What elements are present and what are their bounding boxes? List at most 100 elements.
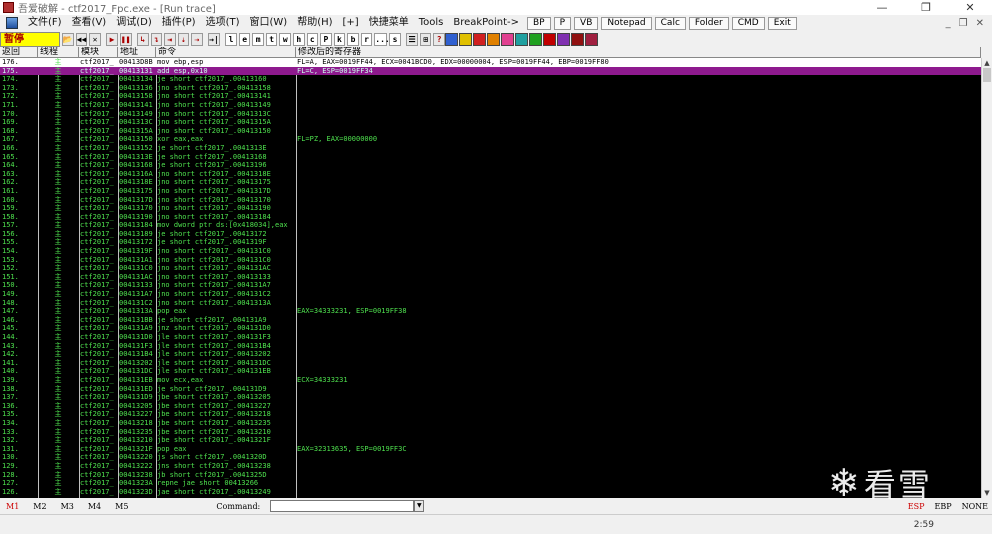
trace-row[interactable]: 126. 主 ctf2017_ 0041323D jae short ctf2017_.…: [0, 488, 981, 497]
column-return[interactable]: 返回: [0, 47, 38, 58]
trace-row[interactable]: 148. 主 ctf2017_ 004131C2 jno short ctf2017_.…: [0, 299, 981, 308]
vb-button[interactable]: VB: [574, 16, 599, 30]
run-trace-button[interactable]: ...: [374, 32, 390, 46]
trace-row[interactable]: 140. 主 ctf2017_ 004131DC jle short ctf2017_.…: [0, 367, 981, 376]
step-over-icon[interactable]: ↴: [150, 32, 163, 46]
trace-row[interactable]: 158. 主 ctf2017_ 00413190 jno short ctf2017_.…: [0, 213, 981, 222]
minimize-button[interactable]: —: [860, 0, 904, 15]
menu-file[interactable]: 文件(F): [23, 15, 67, 31]
patches-button[interactable]: P: [320, 32, 332, 46]
trace-row[interactable]: 174. 主 ctf2017_ 00413134 je short ctf2017_.0…: [0, 75, 981, 84]
open-icon[interactable]: 📂: [61, 32, 74, 46]
column-module[interactable]: 模块: [79, 47, 118, 58]
trace-row[interactable]: 166. 主 ctf2017_ 00413152 je short ctf2017_.0…: [0, 144, 981, 153]
green-plugin-icon[interactable]: [529, 32, 542, 46]
trace-row[interactable]: 168. 主 ctf2017_ 0041315A jno short ctf2017_.…: [0, 127, 981, 136]
close-program-icon[interactable]: ✕: [89, 32, 101, 46]
mark-m4[interactable]: M4: [88, 502, 101, 511]
trace-row[interactable]: 154. 主 ctf2017_ 0041319F jno short ctf2017_.…: [0, 247, 981, 256]
trace-row[interactable]: 156. 主 ctf2017_ 00413189 je short ctf2017_.0…: [0, 230, 981, 239]
help-icon[interactable]: ?: [433, 32, 445, 46]
trace-row[interactable]: 143. 主 ctf2017_ 004131F3 jle short ctf2017_.…: [0, 342, 981, 351]
orange-plugin-icon[interactable]: [487, 32, 500, 46]
p-button[interactable]: P: [553, 16, 572, 30]
trace-row[interactable]: 167. 主 ctf2017_ 00413150 xor eax,eax FL=PZ, E…: [0, 135, 981, 144]
trace-row[interactable]: 162. 主 ctf2017_ 0041318E jno short ctf2017_.…: [0, 178, 981, 187]
trace-row[interactable]: 170. 主 ctf2017_ 00413149 jno short ctf2017_.…: [0, 110, 981, 119]
flag-none[interactable]: NONE: [962, 502, 988, 511]
pause-icon[interactable]: ❚❚: [119, 32, 132, 46]
bp-button[interactable]: BP: [527, 16, 551, 30]
trace-row[interactable]: 129. 主 ctf2017_ 00413222 jns short ctf2017_.…: [0, 462, 981, 471]
trace-row[interactable]: 138. 主 ctf2017_ 004131ED je short ctf2017_.0…: [0, 385, 981, 394]
call-stack-button[interactable]: k: [333, 32, 346, 46]
mdi-close-button[interactable]: ✕: [976, 18, 984, 29]
trace-row[interactable]: 153. 主 ctf2017_ 004131A1 jno short ctf2017_.…: [0, 256, 981, 265]
references-button[interactable]: r: [360, 32, 373, 46]
trace-row[interactable]: 173. 主 ctf2017_ 00413136 jno short ctf2017_.…: [0, 84, 981, 93]
flag-ebp[interactable]: EBP: [934, 502, 951, 511]
goto-icon[interactable]: →|: [208, 32, 220, 46]
trace-row[interactable]: 161. 主 ctf2017_ 00413175 jno short ctf2017_.…: [0, 187, 981, 196]
trace-row[interactable]: 147. 主 ctf2017_ 0041313A pop eax EAX=34333231…: [0, 307, 981, 316]
teal-plugin-icon[interactable]: [515, 32, 528, 46]
handles-button[interactable]: h: [293, 32, 305, 46]
trace-row[interactable]: 134. 主 ctf2017_ 00413218 jbe short ctf2017_.…: [0, 419, 981, 428]
cpu-button[interactable]: c: [306, 32, 319, 46]
execute-till-return-icon[interactable]: ⇢: [191, 32, 203, 46]
memory-map-button[interactable]: m: [252, 32, 264, 46]
menu-tools[interactable]: Tools: [414, 15, 449, 31]
trace-row[interactable]: 142. 主 ctf2017_ 004131B4 jle short ctf2017_.…: [0, 350, 981, 359]
trace-row[interactable]: 128. 主 ctf2017_ 00413238 jb short ctf2017_.0…: [0, 471, 981, 480]
yellow-plugin-icon[interactable]: [459, 32, 472, 46]
trace-row[interactable]: 155. 主 ctf2017_ 00413172 je short ctf2017_.0…: [0, 238, 981, 247]
trace-row[interactable]: 136. 主 ctf2017_ 00413205 jbe short ctf2017_.…: [0, 402, 981, 411]
step-into-icon[interactable]: ↳: [136, 32, 149, 46]
notepad-button[interactable]: Notepad: [601, 16, 652, 30]
appearance-icon[interactable]: ⊞: [419, 32, 432, 46]
restart-icon[interactable]: ◀◀: [75, 32, 88, 46]
flag-esp[interactable]: ESP: [908, 502, 925, 511]
column-address[interactable]: 地址: [118, 47, 156, 58]
mark-m3[interactable]: M3: [61, 502, 74, 511]
trace-row[interactable]: 160. 主 ctf2017_ 0041317D jno short ctf2017_.…: [0, 196, 981, 205]
column-modified-registers[interactable]: 修改后的寄存器: [296, 47, 981, 58]
trace-row[interactable]: 130. 主 ctf2017_ 00413220 js short ctf2017_.0…: [0, 453, 981, 462]
trace-row[interactable]: 144. 主 ctf2017_ 004131D0 jle short ctf2017_.…: [0, 333, 981, 342]
pink-plugin-icon[interactable]: [501, 32, 514, 46]
scroll-down-icon[interactable]: ▼: [982, 488, 992, 498]
log-window-button[interactable]: l: [225, 32, 237, 46]
calc-button[interactable]: Calc: [654, 16, 686, 30]
trace-row[interactable]: 141. 主 ctf2017_ 00413202 jle short ctf2017_.…: [0, 359, 981, 368]
menu-shortcuts[interactable]: 快捷菜单: [364, 15, 414, 31]
trace-into-icon[interactable]: ⇥: [164, 32, 176, 46]
column-command[interactable]: 命令: [156, 47, 296, 58]
source-button[interactable]: s: [389, 32, 401, 46]
trace-row[interactable]: 176. 主 ctf2017_ 00413D8B mov ebp,esp FL=A, EA…: [0, 58, 981, 67]
trace-row[interactable]: 139. 主 ctf2017_ 004131EB mov ecx,eax ECX=3433…: [0, 376, 981, 385]
trace-row[interactable]: 149. 主 ctf2017_ 004131A7 jno short ctf2017_.…: [0, 290, 981, 299]
debugging-options-icon[interactable]: ☰: [406, 32, 418, 46]
menu-view[interactable]: 查看(V): [67, 15, 112, 31]
mdi-child-icon[interactable]: [6, 17, 18, 29]
trace-row[interactable]: 150. 主 ctf2017_ 00413133 jno short ctf2017_.…: [0, 281, 981, 290]
mark-m2[interactable]: M2: [33, 502, 46, 511]
trace-row[interactable]: 172. 主 ctf2017_ 00413158 jno short ctf2017_.…: [0, 92, 981, 101]
exit-button[interactable]: Exit: [767, 16, 797, 30]
trace-row[interactable]: 152. 主 ctf2017_ 004131C0 jno short ctf2017_.…: [0, 264, 981, 273]
trace-row[interactable]: 157. 主 ctf2017_ 00413184 mov dword ptr ds:[0…: [0, 221, 981, 230]
red2-plugin-icon[interactable]: [543, 32, 556, 46]
trace-row[interactable]: 159. 主 ctf2017_ 00413170 jno short ctf2017_.…: [0, 204, 981, 213]
trace-row[interactable]: 171. 主 ctf2017_ 00413141 jno short ctf2017_.…: [0, 101, 981, 110]
trace-row[interactable]: 137. 主 ctf2017_ 004131D9 jbe short ctf2017_.…: [0, 393, 981, 402]
command-dropdown-icon[interactable]: ▼: [414, 500, 425, 512]
scroll-up-icon[interactable]: ▲: [982, 58, 992, 68]
darkred-plugin-icon[interactable]: [571, 32, 584, 46]
mark-m5[interactable]: M5: [115, 502, 128, 511]
windows-button[interactable]: w: [279, 32, 292, 46]
close-button[interactable]: ✕: [948, 0, 992, 15]
trace-row[interactable]: 131. 主 ctf2017_ 0041321F pop eax EAX=32313635…: [0, 445, 981, 454]
trace-row[interactable]: 175. 主 ctf2017_ 00413131 add esp,0x10 FL=C, E…: [0, 66, 981, 76]
threads-button[interactable]: t: [265, 32, 278, 46]
trace-scrollbar[interactable]: ▲ ▼: [981, 58, 992, 498]
